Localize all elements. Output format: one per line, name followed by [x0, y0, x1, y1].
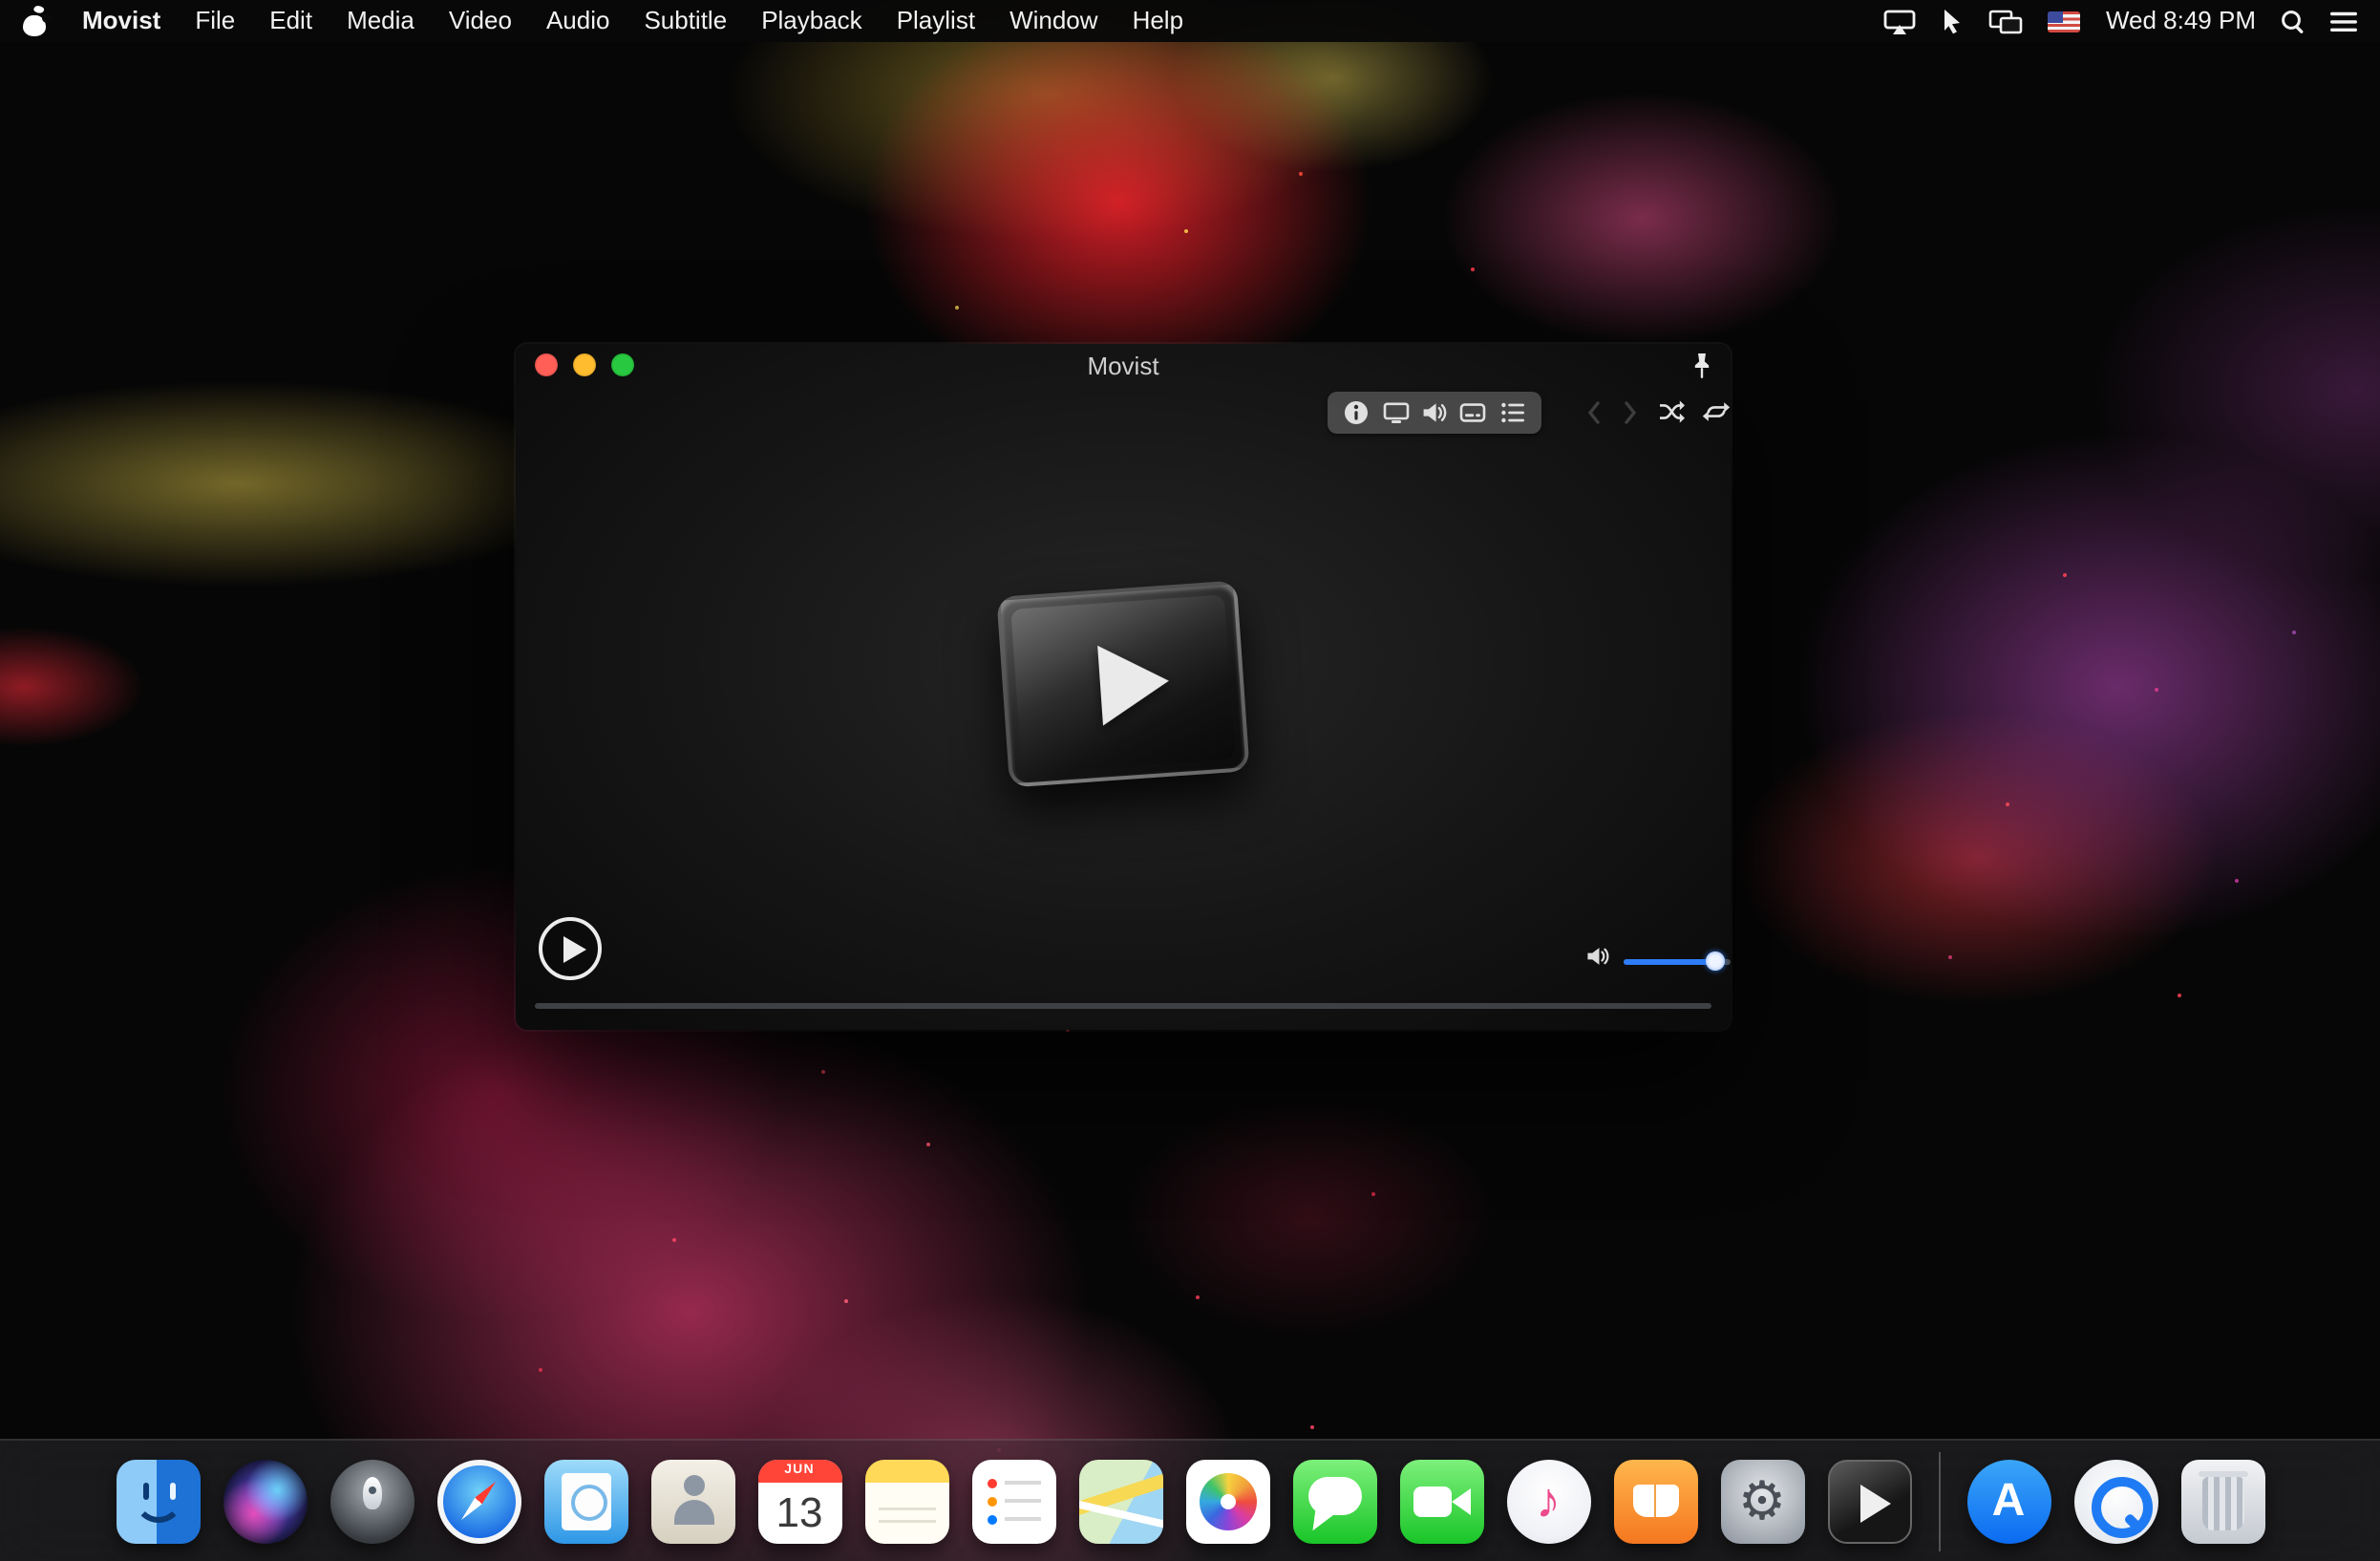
previous-icon[interactable] — [1582, 398, 1604, 425]
menu-playback[interactable]: Playback — [761, 0, 862, 42]
display-icon[interactable] — [1382, 399, 1409, 426]
volume-hud-icon[interactable] — [1421, 399, 1448, 426]
safari-icon — [436, 1459, 521, 1543]
menu-playlist[interactable]: Playlist — [897, 0, 975, 42]
dock-item-trash[interactable] — [2180, 1459, 2264, 1543]
playlist-icon[interactable] — [1499, 399, 1526, 426]
dock-item-contacts[interactable] — [650, 1459, 734, 1543]
ibooks-icon — [1613, 1459, 1697, 1543]
notes-icon — [864, 1459, 948, 1543]
menu-video[interactable]: Video — [449, 0, 512, 42]
messages-icon — [1292, 1459, 1376, 1543]
menu-file[interactable]: File — [195, 0, 235, 42]
volume-slider[interactable] — [1624, 950, 1731, 973]
quicktime-icon — [2073, 1459, 2157, 1543]
menu-window[interactable]: Window — [1009, 0, 1098, 42]
dock-item-ibooks[interactable] — [1613, 1459, 1697, 1543]
subtitle-icon[interactable] — [1460, 399, 1487, 426]
finder-icon — [116, 1459, 200, 1543]
wallpaper-speckles — [2063, 573, 2067, 577]
dock-item-reminders[interactable] — [971, 1459, 1055, 1543]
movist-logo — [996, 580, 1250, 788]
apple-menu-icon[interactable] — [23, 2, 52, 35]
menu-bar-clock[interactable]: Wed 8:49 PM — [2106, 0, 2256, 42]
repeat-icon[interactable] — [1702, 397, 1731, 426]
transport-controls — [1566, 397, 1731, 426]
spotlight-icon[interactable] — [2281, 0, 2306, 42]
system-preferences-icon — [1720, 1459, 1804, 1543]
pin-icon[interactable] — [1690, 352, 1713, 390]
menu-subtitle[interactable]: Subtitle — [644, 0, 727, 42]
menu-app-movist[interactable]: Movist — [82, 0, 160, 42]
dock-item-finder[interactable] — [116, 1459, 200, 1543]
volume-icon[interactable] — [1585, 944, 1610, 978]
dock-item-calendar[interactable]: JUN 13 — [757, 1459, 841, 1543]
shuffle-icon[interactable] — [1658, 397, 1687, 426]
dock-item-messages[interactable] — [1292, 1459, 1376, 1543]
volume-fill — [1624, 958, 1716, 965]
dock-item-siri[interactable] — [223, 1459, 307, 1543]
next-icon[interactable] — [1620, 398, 1643, 425]
mail-icon — [543, 1459, 627, 1543]
dock-item-launchpad[interactable] — [329, 1459, 414, 1543]
wallpaper-speckles — [1184, 229, 1188, 233]
calendar-month: JUN — [757, 1459, 841, 1482]
calendar-icon: JUN 13 — [757, 1459, 841, 1543]
contacts-icon — [650, 1459, 734, 1543]
desktop: Movist File Edit Media Video Audio Subti… — [0, 0, 2380, 1561]
movist-dock-icon — [1827, 1459, 1911, 1543]
photos-icon — [1185, 1459, 1269, 1543]
dock-item-mail[interactable] — [543, 1459, 627, 1543]
wallpaper-speckles — [821, 1070, 825, 1074]
dock-item-notes[interactable] — [864, 1459, 948, 1543]
menu-help[interactable]: Help — [1133, 0, 1184, 42]
info-icon[interactable] — [1343, 399, 1370, 426]
menu-audio[interactable]: Audio — [546, 0, 610, 42]
dock-item-safari[interactable] — [436, 1459, 521, 1543]
calendar-day: 13 — [776, 1487, 823, 1535]
menu-edit[interactable]: Edit — [269, 0, 312, 42]
dock-item-app-store[interactable] — [1966, 1459, 2051, 1543]
dock-item-movist[interactable] — [1827, 1459, 1911, 1543]
movist-logo-play-icon — [1097, 640, 1172, 726]
dock-item-itunes[interactable] — [1506, 1459, 1590, 1543]
movist-window: Movist — [516, 344, 1731, 1030]
dock: JUN 13 — [0, 1439, 2380, 1561]
seek-bar[interactable] — [535, 1003, 1711, 1009]
pointer-icon[interactable] — [1942, 0, 1965, 42]
menu-media[interactable]: Media — [347, 0, 414, 42]
title-bar[interactable]: Movist — [516, 344, 1731, 386]
dock-item-system-preferences[interactable] — [1720, 1459, 1804, 1543]
app-store-icon — [1966, 1459, 2051, 1543]
play-button[interactable] — [539, 917, 602, 980]
trash-icon — [2180, 1459, 2264, 1543]
dock-item-maps[interactable] — [1078, 1459, 1162, 1543]
dock-item-facetime[interactable] — [1399, 1459, 1483, 1543]
volume-control — [1585, 944, 1731, 978]
window-title: Movist — [1087, 352, 1159, 380]
hud-panel — [1328, 392, 1541, 434]
menu-bar: Movist File Edit Media Video Audio Subti… — [0, 0, 2380, 42]
siri-icon — [223, 1459, 307, 1543]
dock-item-quicktime[interactable] — [2073, 1459, 2157, 1543]
us-flag-icon[interactable] — [2048, 11, 2081, 32]
dock-separator — [1938, 1451, 1940, 1550]
airplay-icon[interactable] — [1884, 0, 1917, 42]
itunes-icon — [1506, 1459, 1590, 1543]
reminders-icon — [971, 1459, 1055, 1543]
dock-item-photos[interactable] — [1185, 1459, 1269, 1543]
maps-icon — [1078, 1459, 1162, 1543]
notification-center-icon[interactable] — [2330, 0, 2357, 42]
launchpad-icon — [329, 1459, 414, 1543]
screen-mirroring-icon[interactable] — [1989, 0, 2024, 42]
volume-knob[interactable] — [1706, 952, 1726, 971]
facetime-icon — [1399, 1459, 1483, 1543]
